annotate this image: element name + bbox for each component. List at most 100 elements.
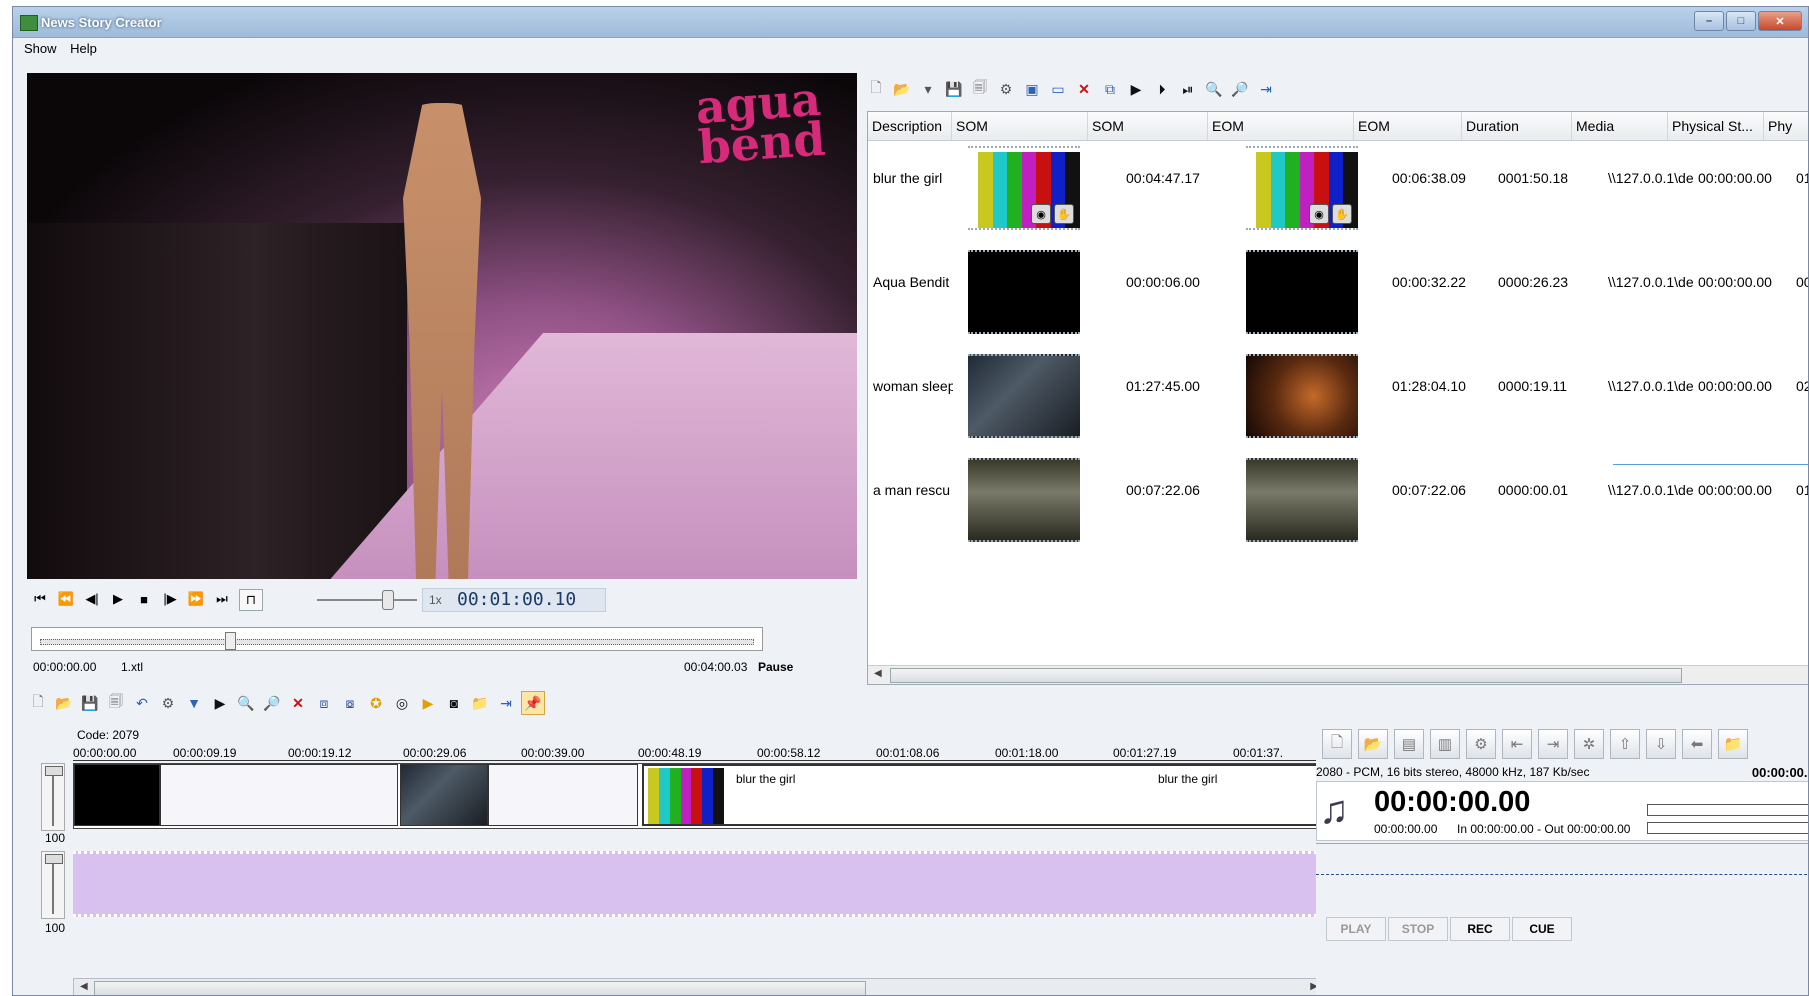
column-physical-start[interactable]: Physical St...: [1668, 112, 1764, 140]
close-button[interactable]: ✕: [1758, 11, 1802, 31]
clip-row[interactable]: blur the girl ◉ ✋ 00:04:47.17 ◉ ✋ 00:06:38…: [868, 140, 1808, 244]
zoom-out-icon[interactable]: 🔎: [261, 692, 283, 714]
camera-icon[interactable]: ◉: [1031, 204, 1051, 224]
trim-end-icon[interactable]: ⇥: [1538, 729, 1568, 759]
minimize-button[interactable]: –: [1694, 11, 1724, 31]
rec-button[interactable]: REC: [1450, 917, 1510, 941]
step-forward-icon[interactable]: |▶: [159, 589, 181, 609]
volume-down-icon[interactable]: ⇩: [1646, 729, 1676, 759]
new-icon[interactable]: 🗋: [865, 78, 887, 100]
timeline-clip[interactable]: [488, 764, 638, 826]
snapshot-icon[interactable]: ◙: [443, 692, 465, 714]
som-thumbnail[interactable]: [968, 458, 1080, 542]
save-as-icon[interactable]: 🗐: [105, 692, 127, 714]
export-folder-icon[interactable]: 📁: [1718, 729, 1748, 759]
scroll-thumb[interactable]: [94, 981, 866, 995]
seek-thumb[interactable]: [225, 632, 237, 650]
timeline-clip[interactable]: [74, 764, 160, 826]
timeline-clip[interactable]: [160, 764, 398, 826]
play-loop-icon[interactable]: ⏯: [1177, 78, 1199, 100]
pin-icon[interactable]: 📌: [521, 691, 545, 715]
column-description[interactable]: Description: [868, 112, 952, 140]
column-media[interactable]: Media: [1572, 112, 1668, 140]
speed-slider[interactable]: [317, 599, 417, 601]
column-duration[interactable]: Duration: [1462, 112, 1572, 140]
merge-icon[interactable]: ⧇: [339, 692, 361, 714]
stop-button[interactable]: STOP: [1388, 917, 1448, 941]
menu-show[interactable]: Show: [13, 38, 63, 56]
record-icon[interactable]: ◎: [391, 692, 413, 714]
play-next-icon[interactable]: ⏵: [1151, 78, 1173, 100]
column-som[interactable]: SOM: [1088, 112, 1208, 140]
maximize-button[interactable]: □: [1726, 11, 1756, 31]
save-icon[interactable]: 💾: [79, 692, 101, 714]
media-settings-icon[interactable]: ⚙: [157, 692, 179, 714]
eom-thumbnail[interactable]: ◉ ✋: [1246, 146, 1359, 230]
loop-icon[interactable]: ⊓: [239, 589, 263, 611]
stop-icon[interactable]: ■: [133, 589, 155, 609]
save-icon[interactable]: 💾: [943, 78, 965, 100]
audio-track[interactable]: [73, 851, 1323, 917]
timeline-clip[interactable]: [400, 764, 488, 826]
timeline-scrollbar[interactable]: ◀ ▶: [73, 978, 1325, 995]
timeline-clip-selected[interactable]: blur the girl blur the girl: [642, 764, 1324, 826]
media-settings-icon[interactable]: ⚙: [1466, 729, 1496, 759]
delete-icon[interactable]: ✕: [1073, 78, 1095, 100]
hand-icon[interactable]: ✋: [1054, 204, 1074, 224]
menu-help[interactable]: Help: [66, 38, 103, 56]
go-to-end-icon[interactable]: ⏭: [211, 589, 233, 609]
zoom-out-icon[interactable]: 🔎: [1229, 78, 1251, 100]
film-icon[interactable]: ▣: [1021, 78, 1043, 100]
scroll-left-icon[interactable]: ◀: [874, 668, 882, 679]
timeline-ruler[interactable]: 00:00:00.00 00:00:09.19 00:00:19.12 00:0…: [73, 746, 1323, 761]
play-icon[interactable]: ▶: [107, 589, 129, 609]
seek-bar[interactable]: [31, 627, 763, 651]
eom-thumbnail[interactable]: [1246, 458, 1358, 542]
play-icon[interactable]: ▶: [209, 692, 231, 714]
render-icon[interactable]: ▶: [417, 692, 439, 714]
column-som-thumb[interactable]: SOM: [952, 112, 1088, 140]
effects-icon[interactable]: ✪: [365, 692, 387, 714]
column-eom-thumb[interactable]: EOM: [1208, 112, 1354, 140]
som-thumbnail[interactable]: [968, 354, 1080, 438]
dropdown-arrow-icon[interactable]: ▾: [917, 78, 939, 100]
audio-waveform[interactable]: [1316, 843, 1808, 904]
scroll-thumb[interactable]: [890, 668, 1682, 683]
go-to-start-icon[interactable]: ⏮: [29, 589, 51, 609]
new-icon[interactable]: 🗋: [1322, 729, 1352, 759]
save-as-icon[interactable]: ▥: [1430, 729, 1460, 759]
fast-forward-icon[interactable]: ⏩: [185, 589, 207, 609]
column-eom[interactable]: EOM: [1354, 112, 1462, 140]
audio-volume-slider[interactable]: [41, 851, 65, 919]
open-folder-icon[interactable]: 📂: [891, 78, 913, 100]
eom-thumbnail[interactable]: [1246, 250, 1358, 334]
volume-up-icon[interactable]: ⇧: [1610, 729, 1640, 759]
settings-gear-icon[interactable]: ✲: [1574, 729, 1604, 759]
new-icon[interactable]: 🗋: [27, 692, 49, 714]
clip-row[interactable]: a man rescu 00:07:22.06 00:07:22.06 0000…: [868, 452, 1808, 556]
open-folder-icon[interactable]: 📂: [1358, 729, 1388, 759]
som-thumbnail[interactable]: ◉ ✋: [968, 146, 1081, 230]
zoom-in-icon[interactable]: 🔍: [235, 692, 257, 714]
rewind-icon[interactable]: ⏪: [55, 589, 77, 609]
frame-icon[interactable]: ▭: [1047, 78, 1069, 100]
zoom-in-icon[interactable]: 🔍: [1203, 78, 1225, 100]
play-button[interactable]: PLAY: [1326, 917, 1386, 941]
hand-icon[interactable]: ✋: [1332, 204, 1352, 224]
back-arrow-icon[interactable]: ⬅: [1682, 729, 1712, 759]
speed-slider-thumb[interactable]: [382, 590, 394, 610]
clip-row[interactable]: woman sleep 01:27:45.00 01:28:04.10 0000…: [868, 348, 1808, 452]
delete-icon[interactable]: ✕: [287, 692, 309, 714]
exit-icon[interactable]: ⇥: [1255, 78, 1277, 100]
vbox-icon[interactable]: ▼: [183, 692, 205, 714]
save-as-icon[interactable]: 🗐: [969, 78, 991, 100]
som-thumbnail[interactable]: [968, 250, 1080, 334]
play-clip-icon[interactable]: ▶: [1125, 78, 1147, 100]
video-volume-slider[interactable]: [41, 763, 65, 831]
trim-start-icon[interactable]: ⇤: [1502, 729, 1532, 759]
export-icon[interactable]: ⧉: [1099, 78, 1121, 100]
video-track[interactable]: blur the girl blur the girl: [73, 763, 1325, 829]
cue-button[interactable]: CUE: [1512, 917, 1572, 941]
open-folder-icon[interactable]: 📂: [53, 692, 75, 714]
clip-row[interactable]: Aqua Bendit 00:00:06.00 00:00:32.22 0000…: [868, 244, 1808, 348]
